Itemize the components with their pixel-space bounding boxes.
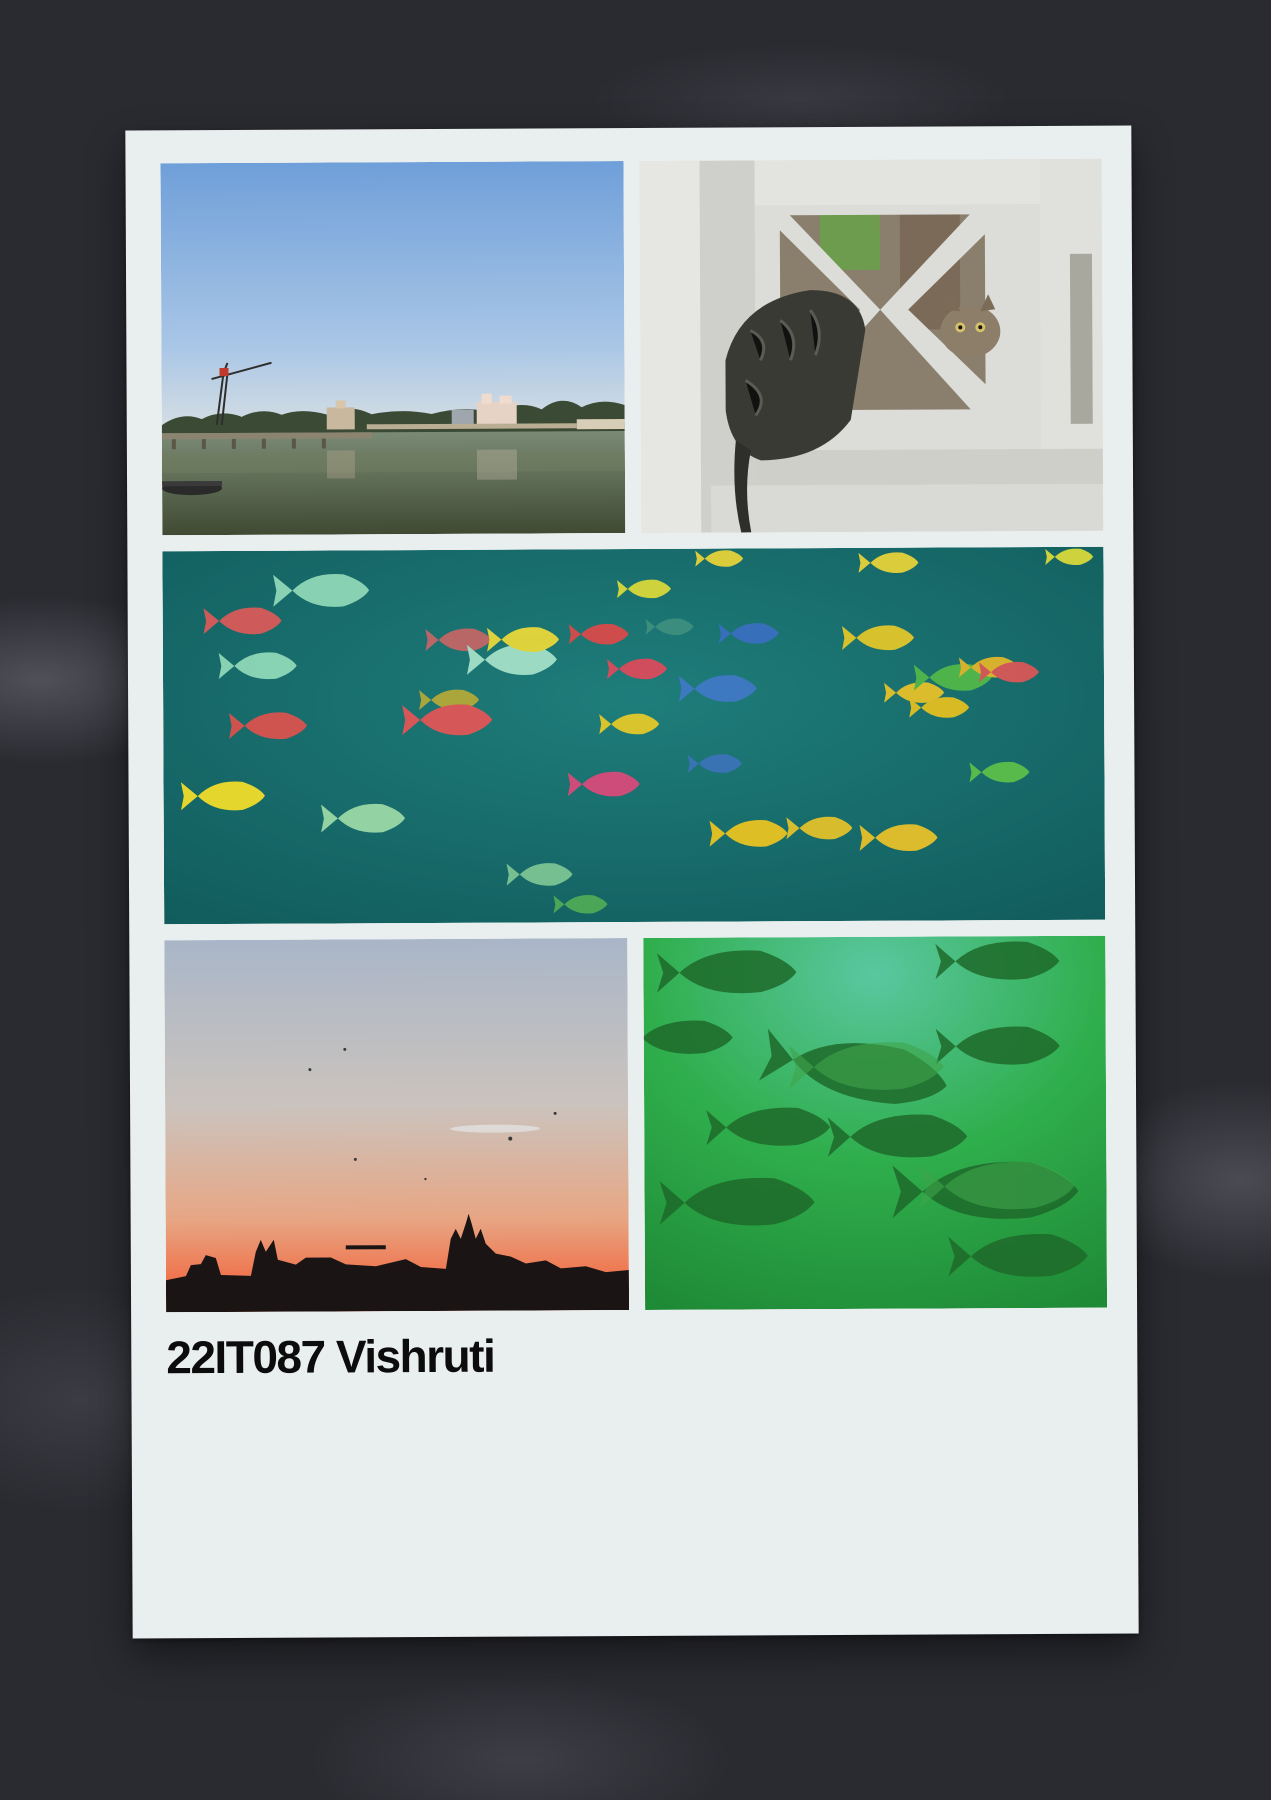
green-aquarium-illustration bbox=[643, 935, 1108, 1310]
photo-green-tilapia bbox=[643, 935, 1108, 1310]
photo-lake-crane bbox=[160, 161, 626, 536]
sunset-illustration bbox=[164, 938, 630, 1313]
author-caption: 22IT087 Vishruti bbox=[166, 1329, 495, 1384]
photo-collage-card: 22IT087 Vishruti bbox=[125, 125, 1139, 1639]
photo-sunset-skyline bbox=[164, 938, 630, 1313]
cat-illustration bbox=[639, 158, 1104, 533]
lake-illustration bbox=[160, 161, 626, 536]
photo-colorful-fish bbox=[162, 546, 1106, 925]
photo-cat-lattice bbox=[639, 158, 1104, 533]
aquarium-fish-illustration bbox=[162, 546, 1106, 925]
